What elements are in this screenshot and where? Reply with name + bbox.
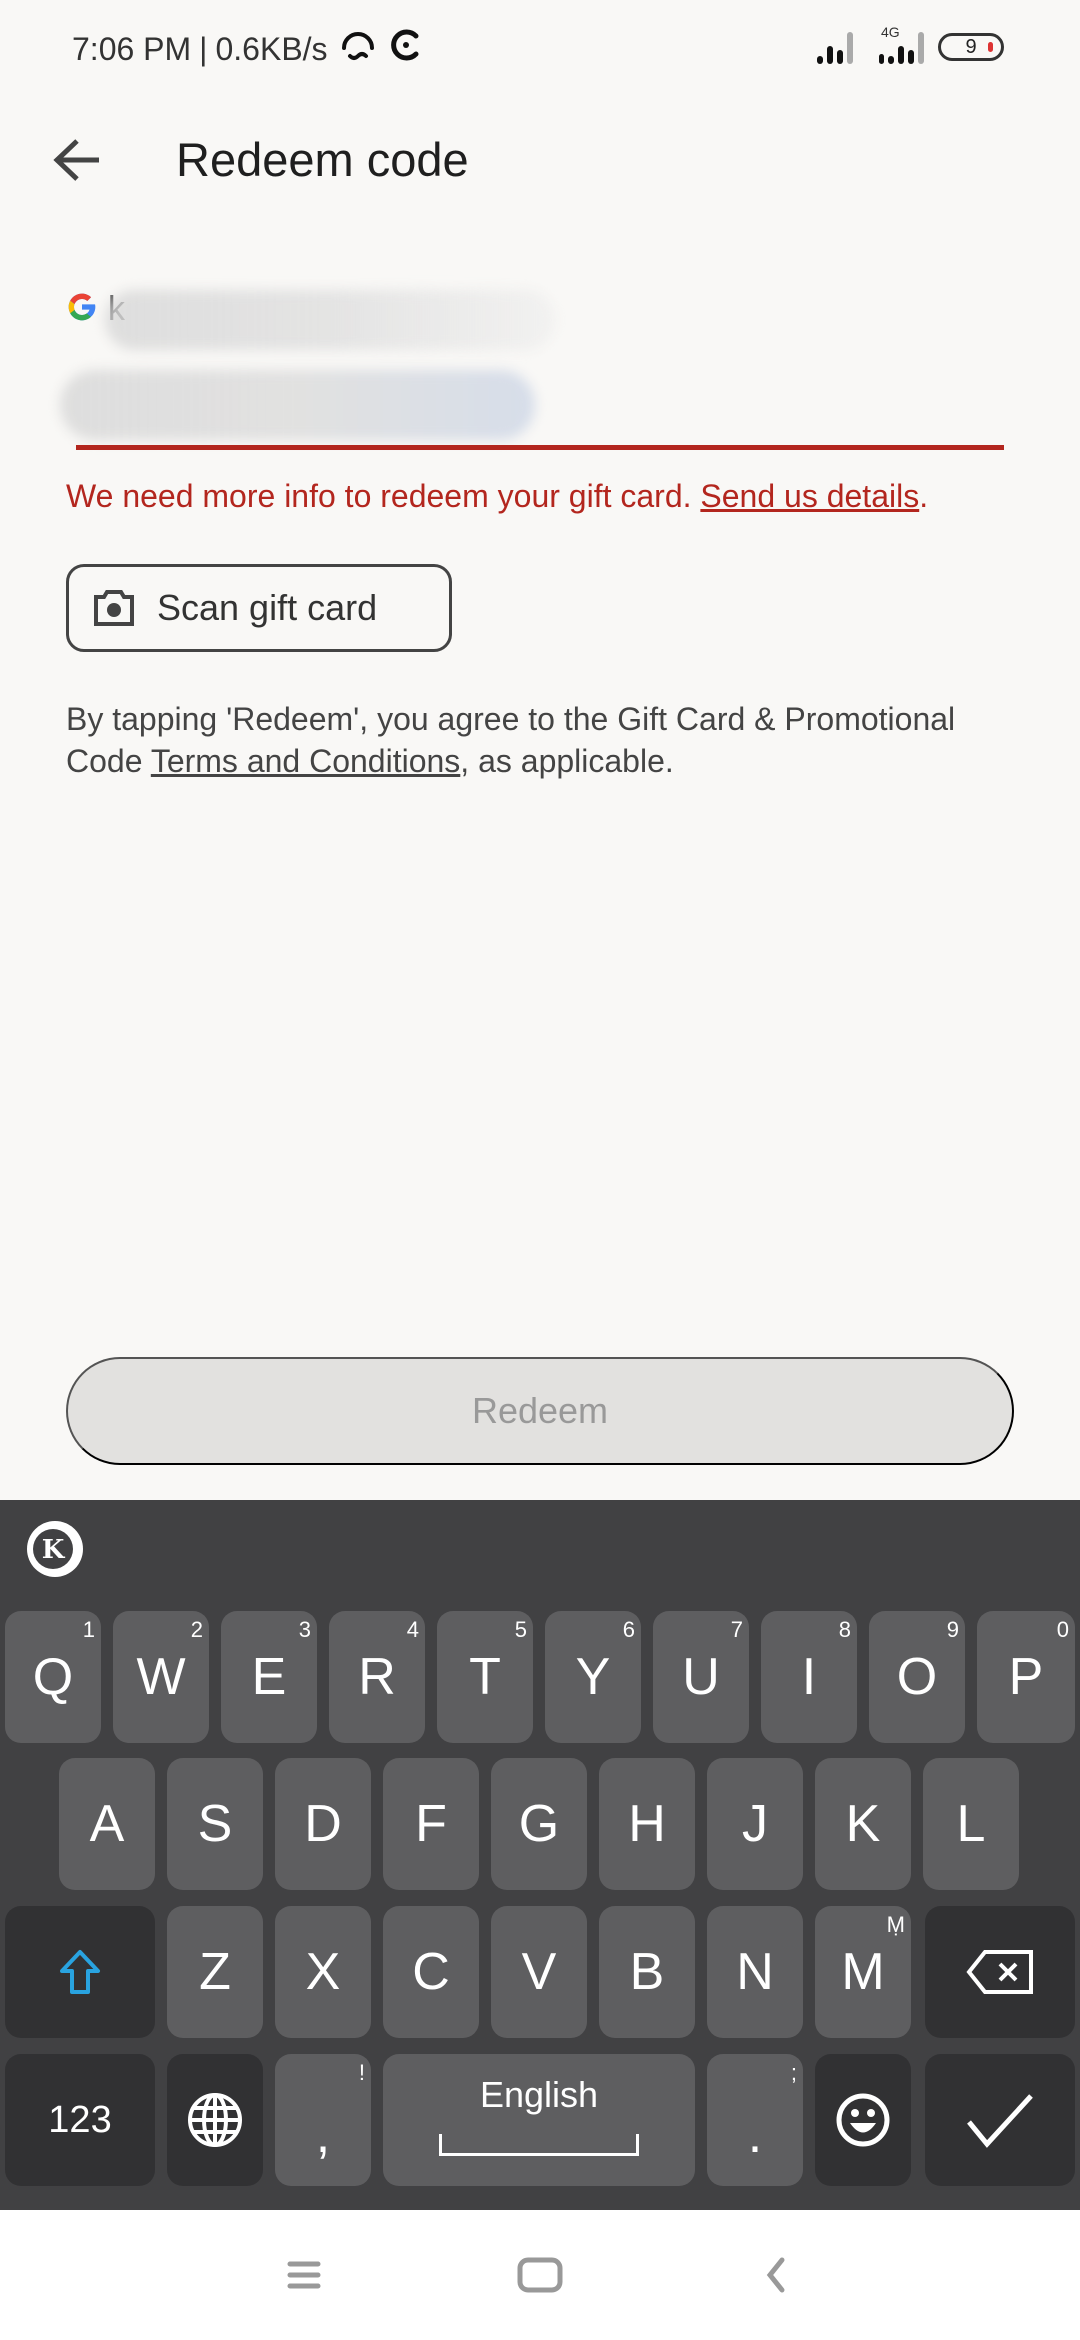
period-key[interactable]: .; xyxy=(707,2054,803,2186)
key-w[interactable]: W2 xyxy=(113,1611,209,1743)
enter-key[interactable] xyxy=(925,2054,1075,2186)
status-separator: | xyxy=(199,30,208,67)
nav-back-button[interactable] xyxy=(746,2250,806,2300)
arrow-left-icon xyxy=(53,139,99,181)
home-button[interactable] xyxy=(510,2250,570,2300)
error-suffix: . xyxy=(919,478,929,514)
key-r[interactable]: R4 xyxy=(329,1611,425,1743)
home-icon xyxy=(517,2257,563,2293)
key-t[interactable]: T5 xyxy=(437,1611,533,1743)
recent-apps-button[interactable] xyxy=(274,2250,334,2300)
status-left: 7:06 PM | 0.6KB/s xyxy=(72,28,424,70)
key-y[interactable]: Y6 xyxy=(545,1611,641,1743)
battery-low-indicator xyxy=(988,42,993,52)
globe-icon xyxy=(188,2093,242,2147)
terms-text: By tapping 'Redeem', you agree to the Gi… xyxy=(66,698,1016,782)
key-g[interactable]: G xyxy=(491,1758,587,1890)
status-time: 7:06 PM xyxy=(72,30,192,67)
menu-icon xyxy=(287,2261,321,2289)
status-bar: 7:06 PM | 0.6KB/s 4G 9 xyxy=(0,0,1080,100)
app-header: Redeem code xyxy=(0,110,1080,210)
app-root: 7:06 PM | 0.6KB/s 4G 9 Redeem code We ne… xyxy=(0,0,1080,2340)
redeem-code-input[interactable] xyxy=(76,370,1004,446)
key-l[interactable]: L xyxy=(923,1758,1019,1890)
net-speed: 0.6KB/s xyxy=(215,30,328,67)
checkmark-icon xyxy=(967,2094,1033,2148)
key-e[interactable]: E3 xyxy=(221,1611,317,1743)
send-details-link[interactable]: Send us details xyxy=(700,478,919,514)
key-a[interactable]: A xyxy=(59,1758,155,1890)
shift-icon xyxy=(60,1950,100,1994)
scan-gift-card-label: Scan gift card xyxy=(157,587,378,628)
key-h[interactable]: H xyxy=(599,1758,695,1890)
space-label: English xyxy=(479,2074,599,2115)
numbers-key[interactable]: 123 xyxy=(5,2054,155,2186)
space-key[interactable]: English xyxy=(383,2054,695,2186)
key-z[interactable]: Z xyxy=(167,1906,263,2038)
key-q[interactable]: Q1 xyxy=(5,1611,101,1743)
language-key[interactable] xyxy=(167,2054,263,2186)
signal-icon xyxy=(817,30,853,64)
camera-icon xyxy=(94,590,134,626)
backspace-icon xyxy=(966,1950,1033,1994)
terms-link[interactable]: Terms and Conditions xyxy=(151,743,460,779)
key-o[interactable]: O9 xyxy=(869,1611,965,1743)
key-b[interactable]: B xyxy=(599,1906,695,2038)
key-d[interactable]: D xyxy=(275,1758,371,1890)
svg-text:K: K xyxy=(42,1535,66,1565)
keyboard-logo-icon[interactable]: K xyxy=(26,1520,84,1578)
back-icon xyxy=(766,2257,785,2293)
status-right: 4G 9 xyxy=(817,24,1004,64)
hotspot-icon xyxy=(338,28,378,70)
google-logo-icon xyxy=(66,291,98,328)
redeem-button[interactable]: Redeem xyxy=(66,1357,1014,1465)
error-text: We need more info to redeem your gift ca… xyxy=(66,478,701,514)
back-button[interactable] xyxy=(44,130,110,190)
key-i[interactable]: I8 xyxy=(761,1611,857,1743)
sync-icon xyxy=(388,28,424,70)
terms-suffix: , as applicable. xyxy=(460,743,674,779)
shift-key[interactable] xyxy=(5,1906,155,2038)
network-type: 4G xyxy=(881,24,900,40)
comma-key[interactable]: ,! xyxy=(275,2054,371,2186)
key-p[interactable]: P0 xyxy=(977,1611,1075,1743)
battery-icon: 9 xyxy=(938,33,1004,61)
backspace-key[interactable] xyxy=(925,1906,1075,2038)
key-n[interactable]: N xyxy=(707,1906,803,2038)
space-bar-icon xyxy=(439,2134,639,2156)
system-nav-bar xyxy=(0,2210,1080,2340)
battery-level: 9 xyxy=(965,35,977,58)
error-message: We need more info to redeem your gift ca… xyxy=(66,476,928,516)
key-j[interactable]: J xyxy=(707,1758,803,1890)
key-m[interactable]: MṂ xyxy=(815,1906,911,2038)
emoji-key[interactable] xyxy=(815,2054,911,2186)
input-error-underline xyxy=(76,445,1004,450)
emoji-icon xyxy=(836,2093,890,2147)
key-f[interactable]: F xyxy=(383,1758,479,1890)
key-k[interactable]: K xyxy=(815,1758,911,1890)
scan-gift-card-button[interactable]: Scan gift card xyxy=(66,564,452,652)
key-c[interactable]: C xyxy=(383,1906,479,2038)
signal-icon: 4G xyxy=(867,24,924,64)
key-s[interactable]: S xyxy=(167,1758,263,1890)
key-v[interactable]: V xyxy=(491,1906,587,2038)
redacted-email xyxy=(105,290,555,350)
keyboard: K Q1 W2 E3 R4 T5 Y6 U7 I8 O9 P0 A S D F … xyxy=(0,1500,1080,2210)
page-title: Redeem code xyxy=(176,133,469,186)
key-u[interactable]: U7 xyxy=(653,1611,749,1743)
key-x[interactable]: X xyxy=(275,1906,371,2038)
